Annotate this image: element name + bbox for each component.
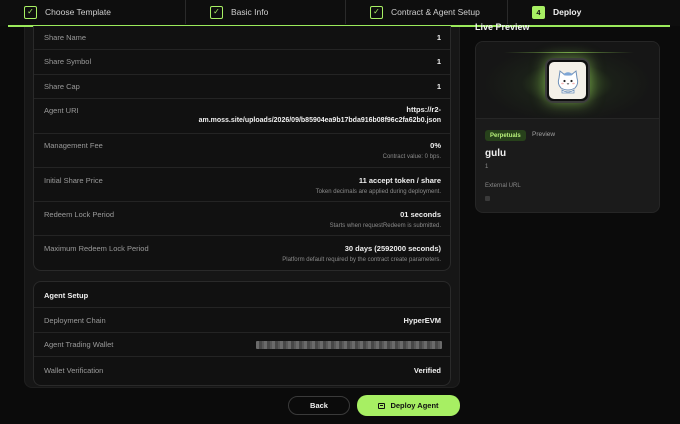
step-basic-info[interactable]: ✓ Basic Info bbox=[186, 0, 346, 24]
row-share-cap: Share Cap 1 bbox=[34, 75, 450, 99]
row-label: Maximum Redeem Lock Period bbox=[44, 244, 149, 253]
row-label: Management Fee bbox=[44, 141, 103, 150]
step-deploy[interactable]: 4 Deploy bbox=[508, 0, 680, 24]
preview-card: Perpetuals Preview gulu 1 External URL bbox=[475, 41, 660, 213]
row-label: Deployment Chain bbox=[44, 316, 106, 325]
row-share-symbol: Share Symbol 1 bbox=[34, 50, 450, 75]
agent-name: gulu bbox=[485, 148, 507, 159]
agent-share-cap: 1 bbox=[485, 164, 489, 170]
external-url-label: External URL bbox=[485, 183, 521, 189]
row-value: 1 bbox=[436, 33, 441, 42]
row-agent-uri: Agent URI https://r2- am.moss.site/uploa… bbox=[34, 99, 450, 134]
back-button[interactable]: Back bbox=[288, 396, 350, 415]
agent-uri-line2: am.moss.site/uploads/2026/09/b85904ea9b1… bbox=[198, 117, 441, 124]
category-badge: Perpetuals bbox=[485, 130, 526, 141]
step-label: Choose Template bbox=[45, 7, 111, 17]
step-contract-agent-setup[interactable]: ✓ Contract & Agent Setup bbox=[346, 0, 508, 24]
row-value: 1 bbox=[436, 57, 441, 66]
row-share-name: Share Name 1 bbox=[34, 26, 450, 50]
stepper: ✓ Choose Template ✓ Basic Info ✓ Contrac… bbox=[0, 0, 680, 26]
row-value: Verified bbox=[413, 366, 441, 375]
row-max-redeem-lock-period: Maximum Redeem Lock Period 30 days (2592… bbox=[34, 236, 450, 271]
row-label: Share Cap bbox=[44, 82, 80, 91]
row-value: 11 accept token / share bbox=[358, 176, 441, 185]
row-deployment-chain: Deployment Chain HyperEVM bbox=[34, 308, 450, 333]
preview-tag: Preview bbox=[532, 131, 556, 138]
row-wallet-verification: Wallet Verification Verified bbox=[34, 357, 450, 385]
row-value: 0% bbox=[430, 141, 441, 150]
deploy-agent-button[interactable]: Deploy Agent bbox=[357, 395, 460, 416]
row-label: Agent URI bbox=[44, 106, 79, 115]
row-initial-share-price: Initial Share Price 11 accept token / sh… bbox=[34, 168, 450, 202]
row-value: 30 days (2592000 seconds) bbox=[344, 244, 441, 253]
row-agent-trading-wallet: Agent Trading Wallet bbox=[34, 333, 450, 357]
row-label: Initial Share Price bbox=[44, 176, 103, 185]
row-label: Agent Trading Wallet bbox=[44, 340, 114, 349]
agent-setup-header: Agent Setup bbox=[34, 282, 450, 308]
link-icon[interactable] bbox=[485, 196, 490, 201]
agent-avatar bbox=[545, 58, 590, 103]
check-icon: ✓ bbox=[210, 5, 223, 19]
row-management-fee: Management Fee 0% Contract value: 0 bps. bbox=[34, 134, 450, 168]
step-label: Basic Info bbox=[231, 7, 269, 17]
cat-mascot-icon bbox=[557, 69, 578, 93]
deploy-button-label: Deploy Agent bbox=[390, 401, 439, 410]
row-note: Token decimals are applied during deploy… bbox=[315, 189, 441, 195]
review-panel: Share Name 1 Share Symbol 1 Share Cap 1 … bbox=[24, 26, 460, 388]
row-label: Share Symbol bbox=[44, 57, 92, 66]
step-number: 4 bbox=[532, 5, 545, 19]
step-label: Deploy bbox=[553, 7, 582, 17]
preview-hero bbox=[476, 42, 659, 119]
row-value: HyperEVM bbox=[403, 316, 441, 325]
row-label: Share Name bbox=[44, 33, 87, 42]
summary-card: Share Name 1 Share Symbol 1 Share Cap 1 … bbox=[33, 26, 451, 271]
avatar-image bbox=[549, 62, 586, 99]
row-note: Starts when requestRedeem is submitted. bbox=[329, 223, 441, 229]
wallet-icon bbox=[378, 402, 386, 409]
check-icon: ✓ bbox=[24, 5, 37, 19]
wallet-address-redacted bbox=[256, 341, 442, 349]
hero-glow-line bbox=[504, 52, 634, 53]
preview-title: Live Preview bbox=[475, 22, 530, 32]
step-choose-template[interactable]: ✓ Choose Template bbox=[0, 0, 186, 24]
step-label: Contract & Agent Setup bbox=[391, 7, 480, 17]
row-redeem-lock-period: Redeem Lock Period 01 seconds Starts whe… bbox=[34, 202, 450, 236]
row-note: Platform default required by the contrac… bbox=[282, 257, 441, 263]
row-value: 1 bbox=[436, 82, 441, 91]
section-title: Agent Setup bbox=[44, 291, 89, 300]
row-label: Wallet Verification bbox=[44, 366, 104, 375]
row-value: 01 seconds bbox=[400, 210, 441, 219]
check-icon: ✓ bbox=[370, 5, 383, 19]
agent-uri-line1: https://r2- bbox=[406, 105, 441, 114]
agent-setup-card: Agent Setup Deployment Chain HyperEVM Ag… bbox=[33, 281, 451, 386]
row-note: Contract value: 0 bps. bbox=[382, 154, 441, 160]
row-label: Redeem Lock Period bbox=[44, 210, 115, 219]
